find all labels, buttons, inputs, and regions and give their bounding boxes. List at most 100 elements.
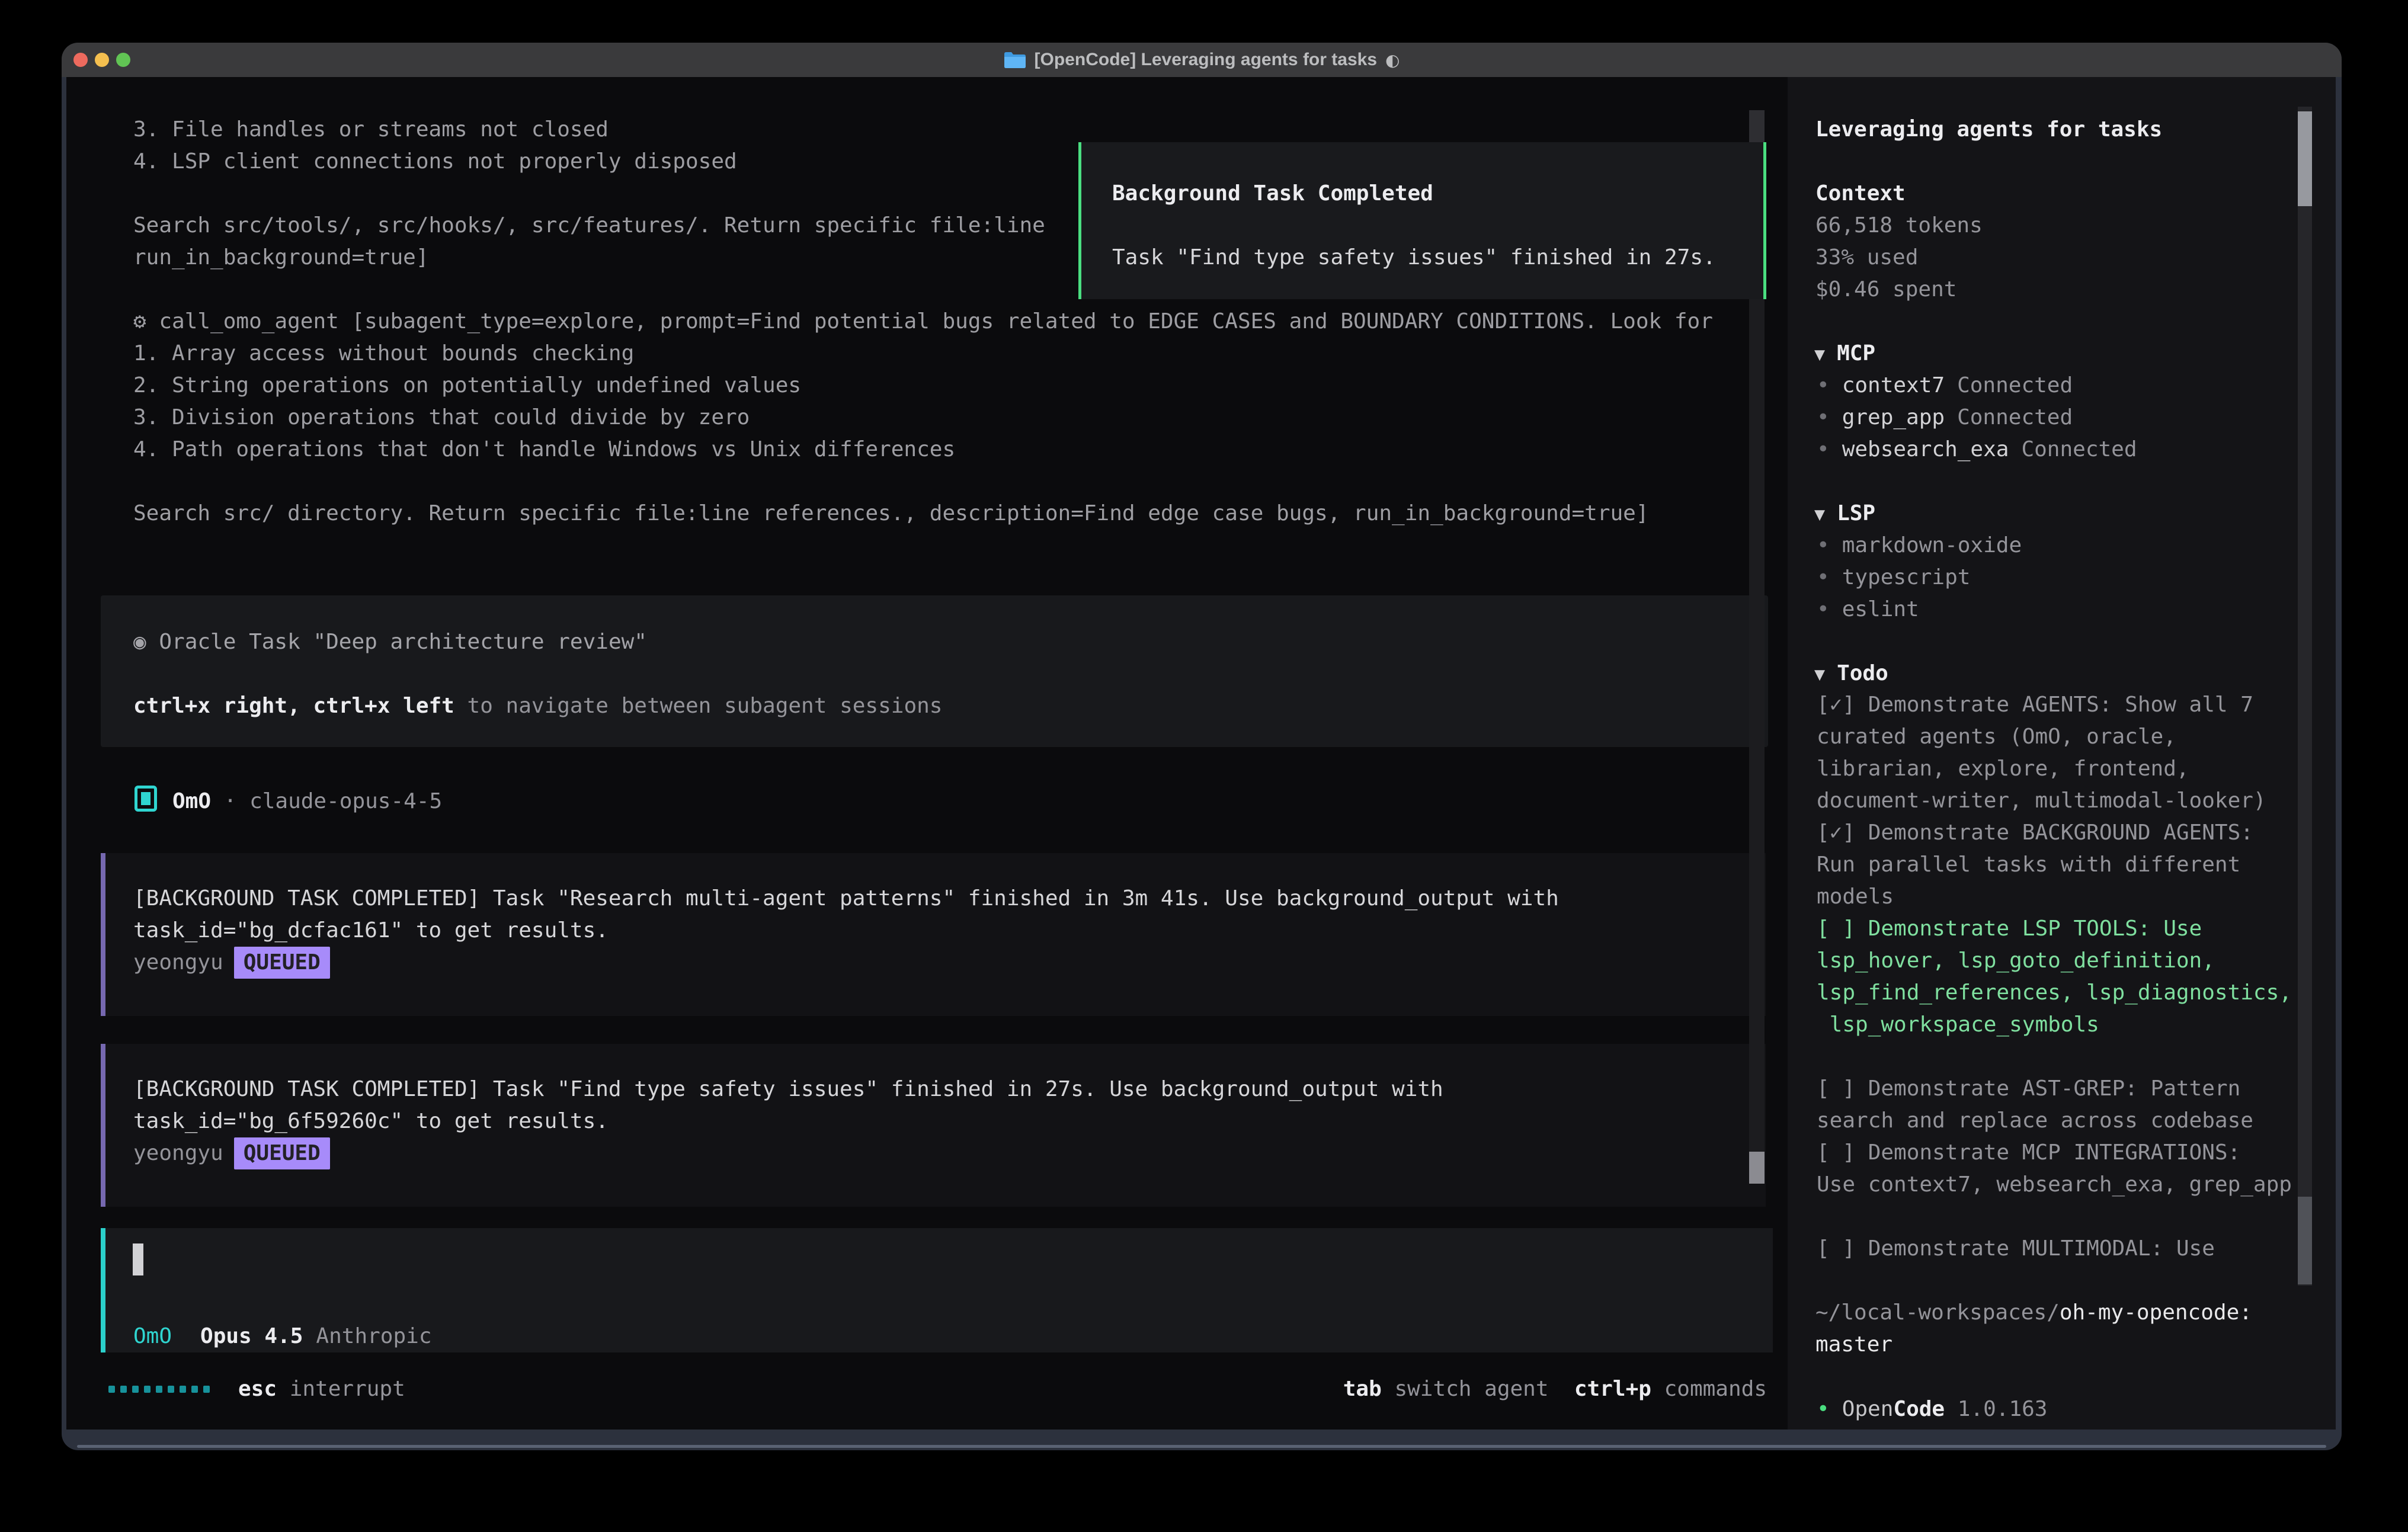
spinner-dot xyxy=(144,1386,150,1393)
message-line: task_id="bg_6f59260c" to get results. xyxy=(133,1105,609,1137)
spinner-dot xyxy=(168,1386,174,1393)
ctrlp-key-label: ctrl+p xyxy=(1574,1377,1651,1401)
spinner-dot xyxy=(180,1386,186,1393)
status-dot-icon: • xyxy=(1817,1397,1830,1421)
app-name-regular: Open xyxy=(1842,1397,1894,1421)
mcp-item: •grep_appConnected xyxy=(1817,402,2073,434)
tool-call-line: ⚙ call_omo_agent [subagent_type=explore,… xyxy=(133,306,1713,338)
mcp-status: Connected xyxy=(2021,437,2137,461)
path-prefix: ~/local-workspaces/ xyxy=(1815,1300,2060,1325)
message-meta: yeongyuQUEUED xyxy=(133,1137,330,1169)
agent-header: OmO · claude-opus-4-5 xyxy=(135,786,442,818)
sidebar-scrollbar-thumb[interactable] xyxy=(2298,111,2312,206)
lsp-item: •typescript xyxy=(1817,562,1970,594)
app-name-bold: Code xyxy=(1893,1397,1945,1421)
window-title-row: [OpenCode] Leveraging agents for tasks ◐ xyxy=(62,43,2342,77)
scrollback-line: Search src/tools/, src/hooks/, src/featu… xyxy=(133,210,1045,242)
author-name: yeongyu xyxy=(133,1141,223,1165)
interrupt-label: interrupt xyxy=(277,1377,405,1401)
chevron-down-icon: ▼ xyxy=(1814,504,1825,525)
toast-title: Background Task Completed xyxy=(1112,178,1433,210)
lsp-item: •markdown-oxide xyxy=(1817,530,2022,562)
commands-label: commands xyxy=(1651,1377,1767,1401)
tool-call-line: 1. Array access without bounds checking xyxy=(133,338,634,370)
tool-call-line: 3. Division operations that could divide… xyxy=(133,402,750,434)
scrollback-line: 4. LSP client connections not properly d… xyxy=(133,146,737,178)
oracle-task-title: ◉ Oracle Task "Deep architecture review" xyxy=(133,626,647,658)
tool-call-line: 2. String operations on potentially unde… xyxy=(133,370,801,402)
todo-line: Run parallel tasks with different xyxy=(1817,849,2240,881)
hint-shortcut-left: ctrl+x left xyxy=(313,694,467,718)
input-agent-name[interactable]: OmO xyxy=(133,1324,172,1348)
todo-line-active: [ ] Demonstrate LSP TOOLS: Use xyxy=(1817,913,2202,945)
spinner-dot xyxy=(156,1386,162,1393)
mcp-name: grep_app xyxy=(1842,405,1945,430)
message-line: task_id="bg_dcfac161" to get results. xyxy=(133,915,609,947)
context-tokens: 66,518 tokens xyxy=(1815,210,1983,242)
input-status-row: OmO Opus 4.5 Anthropic xyxy=(133,1321,432,1352)
context-used: 33% used xyxy=(1815,242,1918,274)
toast-notification xyxy=(1078,142,1766,299)
scrollback-line: run_in_background=true] xyxy=(133,242,429,274)
fisheye-icon: ◉ xyxy=(133,630,159,654)
lsp-name: markdown-oxide xyxy=(1842,533,2022,557)
tool-call-line: Search src/ directory. Return specific f… xyxy=(133,498,1649,530)
lsp-item: • eslint xyxy=(1817,594,1919,626)
mcp-status: Connected xyxy=(1957,405,2073,430)
agent-name: OmO xyxy=(172,789,211,813)
chevron-down-icon: ▼ xyxy=(1814,664,1825,685)
todo-line: [✓] Demonstrate AGENTS: Show all 7 xyxy=(1817,689,2253,721)
repo-name: oh-my-opencode: xyxy=(2060,1300,2252,1325)
sidebar-scrollbar-lower-segment xyxy=(2298,1197,2312,1284)
separator-dot: · xyxy=(211,789,249,813)
todo-line-active: lsp_find_references, lsp_diagnostics, xyxy=(1817,977,2292,1009)
tab-key-label: tab xyxy=(1343,1377,1382,1401)
todo-line: Use context7, websearch_exa, grep_app xyxy=(1817,1169,2292,1201)
window-title: [OpenCode] Leveraging agents for tasks xyxy=(1035,50,1377,70)
queued-badge: QUEUED xyxy=(234,947,330,979)
sidebar-scrollbar-track[interactable] xyxy=(2298,107,2312,1286)
spinner-dot xyxy=(191,1386,198,1393)
bullet-icon: • xyxy=(1817,373,1830,398)
lsp-name: typescript xyxy=(1842,565,1971,589)
oracle-task-text: Oracle Task "Deep architecture review" xyxy=(159,630,647,654)
todo-line: curated agents (OmO, oracle, xyxy=(1817,721,2176,753)
mcp-name: context7 xyxy=(1842,373,1945,398)
todo-heading: Todo xyxy=(1837,661,1888,685)
lsp-section-header[interactable]: ▼LSP xyxy=(1814,498,1875,531)
mcp-item: • websearch_exa Connected xyxy=(1817,434,2137,466)
spinner-dot xyxy=(132,1386,139,1393)
omo-agent-icon xyxy=(135,786,157,812)
bullet-icon: • xyxy=(1817,597,1830,621)
mcp-section-header[interactable]: ▼ MCP xyxy=(1814,338,1875,371)
half-moon-icon: ◐ xyxy=(1385,50,1400,70)
text-cursor xyxy=(133,1243,143,1275)
input-model-name[interactable]: Opus 4.5 xyxy=(200,1324,303,1348)
shortcut-hints: tab switch agent ctrl+p commands xyxy=(1343,1373,1767,1405)
chat-scrollbar-thumb[interactable] xyxy=(1749,1152,1765,1184)
gear-icon: ⚙ xyxy=(133,309,159,334)
message-line: [BACKGROUND TASK COMPLETED] Task "Resear… xyxy=(133,883,1559,915)
mcp-name: websearch_exa xyxy=(1842,437,2009,461)
context-heading: Context xyxy=(1815,178,1906,210)
bullet-icon: • xyxy=(1817,437,1830,461)
folder-icon xyxy=(1004,51,1026,69)
esc-key-label: esc xyxy=(238,1377,277,1401)
todo-line-active: lsp_workspace_symbols xyxy=(1817,1009,2099,1041)
interrupt-hint: esc interrupt xyxy=(238,1373,405,1405)
todo-section-header[interactable]: ▼ Todo xyxy=(1814,658,1888,691)
subagent-nav-hint: ctrl+x right, ctrl+x left to navigate be… xyxy=(133,690,942,722)
session-title: Leveraging agents for tasks xyxy=(1815,114,2162,146)
mcp-heading: MCP xyxy=(1837,341,1875,366)
version-row: • OpenCode 1.0.163 xyxy=(1817,1393,2047,1425)
author-name: yeongyu xyxy=(133,950,223,975)
todo-line-active: lsp_hover, lsp_goto_definition, xyxy=(1817,945,2215,977)
app-version: 1.0.163 xyxy=(1945,1397,2047,1421)
mcp-item: •context7Connected xyxy=(1817,370,2073,402)
oracle-task-box xyxy=(101,595,1768,747)
switch-agent-label: switch agent xyxy=(1382,1377,1574,1401)
lsp-name: eslint xyxy=(1842,597,1919,621)
agent-model: claude-opus-4-5 xyxy=(249,789,442,813)
input-provider-name: Anthropic xyxy=(316,1324,431,1348)
chevron-down-icon: ▼ xyxy=(1814,344,1825,365)
